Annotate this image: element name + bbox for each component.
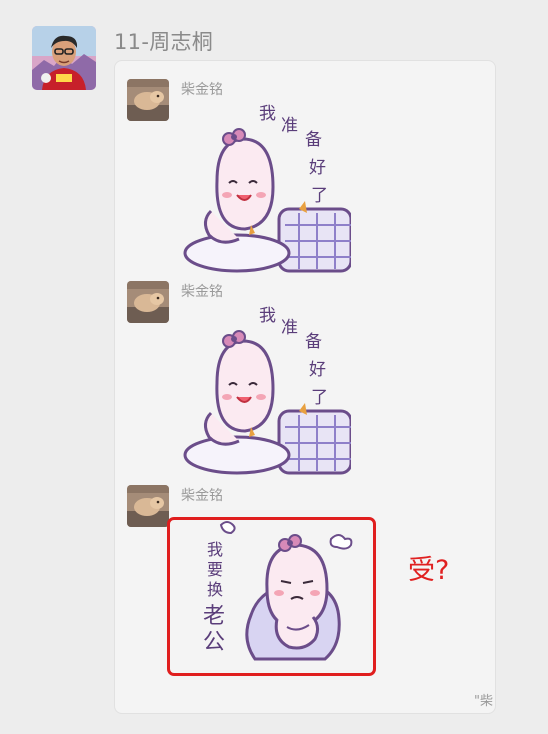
message-sender-name: 柴金铭 bbox=[181, 284, 223, 300]
sticker-caption-char: 我 bbox=[259, 306, 276, 326]
sticker-caption-char: 好 bbox=[309, 158, 326, 178]
sticker-ready-image[interactable]: 我 准 备 好 了 bbox=[181, 303, 351, 481]
dog-avatar-image bbox=[127, 485, 169, 527]
avatar-illustration bbox=[32, 26, 96, 90]
sticker-caption-char: 我 bbox=[259, 104, 276, 124]
message-avatar[interactable] bbox=[127, 485, 169, 527]
forwarded-chat-record[interactable]: 柴金铭 我 准 备 好 了 柴金铭 我 准 备 好 了 柴金铭 我 要 换 老 … bbox=[114, 60, 496, 714]
sticker-caption-char: 好 bbox=[309, 360, 326, 380]
red-highlight-box bbox=[167, 517, 376, 676]
chat-sender-name: 11-周志桐 bbox=[114, 30, 214, 54]
sender-avatar[interactable] bbox=[32, 26, 96, 90]
sticker-ready-image[interactable]: 我 准 备 好 了 bbox=[181, 101, 351, 279]
truncated-footer-text: "柴 bbox=[474, 694, 493, 709]
sticker-caption-char: 了 bbox=[311, 186, 328, 206]
message-sender-name: 柴金铭 bbox=[181, 488, 223, 504]
sticker-caption-char: 了 bbox=[311, 388, 328, 408]
annotation-text: 受? bbox=[408, 555, 450, 586]
sticker-caption-char: 准 bbox=[281, 116, 298, 136]
message-avatar[interactable] bbox=[127, 79, 169, 121]
message-avatar[interactable] bbox=[127, 281, 169, 323]
sticker-caption-char: 备 bbox=[305, 332, 322, 352]
dog-avatar-image bbox=[127, 281, 169, 323]
dog-avatar-image bbox=[127, 79, 169, 121]
message-sender-name: 柴金铭 bbox=[181, 82, 223, 98]
sticker-caption-char: 准 bbox=[281, 318, 298, 338]
sticker-caption-char: 备 bbox=[305, 130, 322, 150]
